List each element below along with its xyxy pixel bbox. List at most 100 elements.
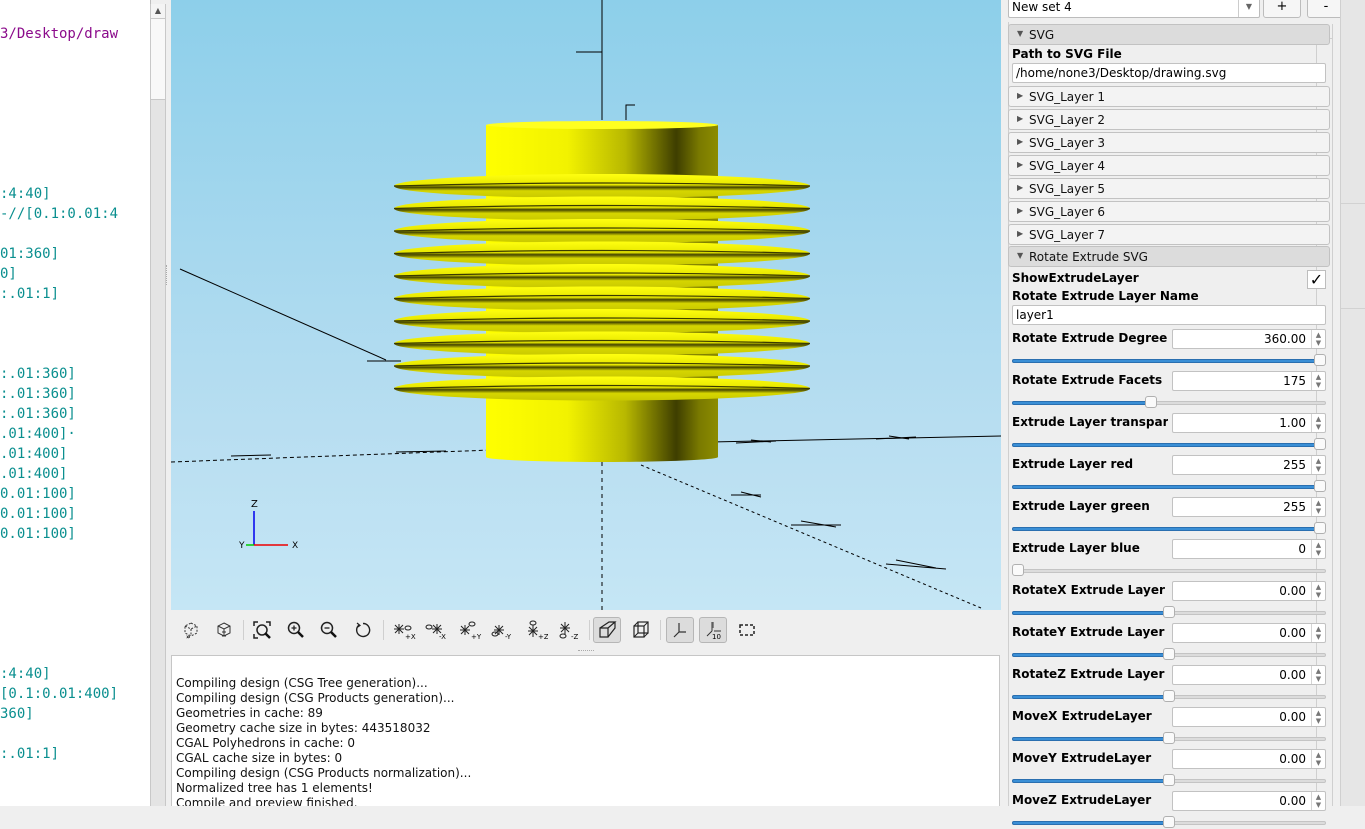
param-slider[interactable] [1012, 816, 1326, 829]
param-slider[interactable] [1012, 438, 1326, 451]
svg-path-input[interactable]: /home/none3/Desktop/drawing.svg [1012, 63, 1326, 83]
param-spinbox[interactable]: 0.00 ▲ ▼ [1172, 665, 1326, 685]
view-front-button[interactable]: -Y [488, 617, 516, 643]
code-line: :.01:360] [0, 366, 76, 382]
param-spinbox[interactable]: 255 ▲ ▼ [1172, 455, 1326, 475]
chevron-down-icon[interactable]: ▼ [1238, 0, 1259, 17]
code-line: .01:400] [0, 446, 68, 462]
editor-scroll-thumb[interactable] [151, 19, 165, 100]
spin-arrows-icon[interactable]: ▲ ▼ [1311, 792, 1325, 810]
spin-arrows-icon[interactable]: ▲ ▼ [1311, 708, 1325, 726]
model-disc [394, 376, 810, 401]
perspective-button[interactable] [593, 617, 621, 643]
param-spinbox[interactable]: 1.00 ▲ ▼ [1172, 413, 1326, 433]
group-header-svg-layer[interactable]: ▶ SVG_Layer 5 [1008, 178, 1330, 199]
param-label: Rotate Extrude Degree [1012, 331, 1168, 345]
spin-arrows-icon[interactable]: ▲ ▼ [1311, 498, 1325, 516]
slider-handle[interactable] [1163, 690, 1175, 702]
slider-handle[interactable] [1012, 564, 1024, 576]
slider-track [1012, 569, 1326, 573]
slider-handle[interactable] [1314, 438, 1326, 450]
param-value: 0 [1298, 542, 1306, 556]
slider-handle[interactable] [1314, 480, 1326, 492]
param-spinbox[interactable]: 0.00 ▲ ▼ [1172, 791, 1326, 811]
param-slider[interactable] [1012, 774, 1326, 787]
param-slider[interactable] [1012, 354, 1326, 367]
param-slider[interactable] [1012, 480, 1326, 493]
param-slider[interactable] [1012, 396, 1326, 409]
group-header-svg-layer[interactable]: ▶ SVG_Layer 6 [1008, 201, 1330, 222]
group-header-svg-layer[interactable]: ▶ SVG_Layer 4 [1008, 155, 1330, 176]
splitter-handle[interactable] [166, 265, 169, 285]
spin-arrows-icon[interactable]: ▲ ▼ [1311, 456, 1325, 474]
zoom-out-button[interactable] [315, 617, 343, 643]
slider-handle[interactable] [1163, 648, 1175, 660]
group-header-rotate-extrude[interactable]: ▼ Rotate Extrude SVG [1008, 246, 1330, 267]
param-slider[interactable] [1012, 648, 1326, 661]
param-slider[interactable] [1012, 522, 1326, 535]
orthogonal-button[interactable] [627, 617, 655, 643]
spin-arrows-icon[interactable]: ▲ ▼ [1311, 540, 1325, 558]
show-edges-button[interactable] [733, 617, 761, 643]
render-cube-icon [217, 622, 231, 637]
slider-handle[interactable] [1163, 606, 1175, 618]
show-extrude-layer-checkbox[interactable]: ✓ [1307, 270, 1326, 289]
console-splitter-handle[interactable] [578, 650, 594, 653]
slider-handle[interactable] [1163, 774, 1175, 786]
console-output[interactable]: Compiling design (CSG Tree generation)..… [171, 655, 1000, 806]
slider-handle[interactable] [1314, 522, 1326, 534]
show-scale-button[interactable]: 10 [699, 617, 727, 643]
param-spinbox[interactable]: 360.00 ▲ ▼ [1172, 329, 1326, 349]
group-header-svg-layer[interactable]: ▶ SVG_Layer 2 [1008, 109, 1330, 130]
view-right-button[interactable]: +X [390, 617, 418, 643]
slider-handle[interactable] [1314, 354, 1326, 366]
scroll-up-arrow-icon[interactable]: ▲ [151, 4, 165, 19]
spin-arrows-icon[interactable]: ▲ ▼ [1311, 750, 1325, 768]
3d-viewport[interactable]: Z X Y [171, 0, 1001, 610]
view-left-button[interactable]: -X [422, 617, 450, 643]
param-spinbox[interactable]: 0.00 ▲ ▼ [1172, 707, 1326, 727]
code-editor[interactable]: 3/Desktop/draw:4:40] -//[0.1:0.01:4 01:360… [0, 0, 151, 806]
param-slider[interactable] [1012, 606, 1326, 619]
param-slider[interactable] [1012, 732, 1326, 745]
group-header-svg-layer[interactable]: ▶ SVG_Layer 3 [1008, 132, 1330, 153]
group-header-svg[interactable]: ▼ SVG [1008, 24, 1330, 45]
param-spinbox[interactable]: 255 ▲ ▼ [1172, 497, 1326, 517]
spin-arrows-icon[interactable]: ▲ ▼ [1311, 666, 1325, 684]
spin-arrows-icon[interactable]: ▲ ▼ [1311, 372, 1325, 390]
preview-button[interactable]: » [177, 617, 205, 643]
slider-handle[interactable] [1163, 816, 1175, 828]
param-spinbox[interactable]: 0.00 ▲ ▼ [1172, 581, 1326, 601]
param-spinbox[interactable]: 0.00 ▲ ▼ [1172, 749, 1326, 769]
param-slider[interactable] [1012, 690, 1326, 703]
group-title: SVG_Layer 1 [1029, 90, 1106, 104]
spin-arrows-icon[interactable]: ▲ ▼ [1311, 624, 1325, 642]
layer-name-input[interactable]: layer1 [1012, 305, 1326, 325]
render-button[interactable] [210, 617, 238, 643]
slider-fill [1012, 779, 1167, 783]
add-preset-button[interactable]: + [1263, 0, 1301, 18]
param-label: Extrude Layer transpar [1012, 415, 1168, 429]
slider-handle[interactable] [1163, 732, 1175, 744]
console-line: Geometry cache size in bytes: 443518032 [176, 721, 431, 735]
group-header-svg-layer[interactable]: ▶ SVG_Layer 1 [1008, 86, 1330, 107]
show-axes-button[interactable] [666, 617, 694, 643]
param-spinbox[interactable]: 175 ▲ ▼ [1172, 371, 1326, 391]
preset-dropdown[interactable]: New set 4 ▼ [1008, 0, 1260, 18]
view-all-button[interactable] [248, 617, 276, 643]
spin-arrows-icon[interactable]: ▲ ▼ [1311, 330, 1325, 348]
param-slider[interactable] [1012, 564, 1326, 577]
view-back-button[interactable]: +Y [456, 617, 484, 643]
param-spinbox[interactable]: 0 ▲ ▼ [1172, 539, 1326, 559]
group-header-svg-layer[interactable]: ▶ SVG_Layer 7 [1008, 224, 1330, 245]
editor-scrollbar[interactable]: ▲ [150, 4, 166, 806]
reset-view-button[interactable] [349, 617, 377, 643]
zoom-in-button[interactable] [282, 617, 310, 643]
slider-handle[interactable] [1145, 396, 1157, 408]
spin-arrows-icon[interactable]: ▲ ▼ [1311, 582, 1325, 600]
param-spinbox[interactable]: 0.00 ▲ ▼ [1172, 623, 1326, 643]
view-bottom-button[interactable]: -Z [555, 617, 583, 643]
spin-arrows-icon[interactable]: ▲ ▼ [1311, 414, 1325, 432]
param-label: Extrude Layer green [1012, 499, 1150, 513]
view-top-button[interactable]: +Z [522, 617, 550, 643]
